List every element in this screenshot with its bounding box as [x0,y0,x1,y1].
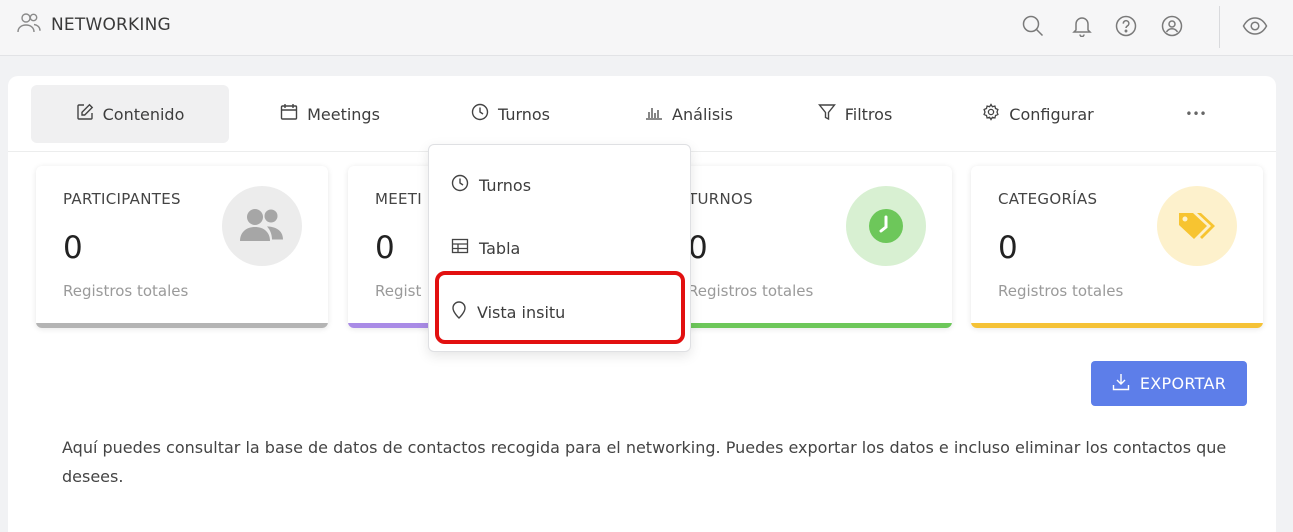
stat-card-turnos: TURNOS 0 Registros totales [660,166,952,328]
tag-icon [1157,186,1237,266]
stat-card-participantes: PARTICIPANTES 0 Registros totales [36,166,328,328]
turnos-dropdown-menu: Turnos Tabla Vista insitu [428,144,691,352]
tab-bar: Contenido Meetings Turnos Análisis Filtr… [8,76,1276,152]
card-title: CATEGORÍAS [998,190,1098,208]
card-title: TURNOS [688,190,753,208]
eye-icon[interactable] [1241,12,1269,40]
top-bar: NETWORKING [0,0,1293,56]
bar-chart-icon [645,104,663,124]
card-value: 0 [63,230,83,266]
filter-icon [817,103,836,125]
card-accent-bar [660,323,952,328]
tab-label: Meetings [307,104,380,124]
export-label: EXPORTAR [1139,374,1227,393]
download-icon [1112,373,1130,395]
card-value: 0 [375,230,395,266]
card-title: PARTICIPANTES [63,190,181,208]
dropdown-item-label: Tabla [479,238,521,258]
tab-meetings[interactable]: Meetings [255,85,405,143]
help-icon[interactable] [1112,12,1140,40]
description-text: Aquí puedes consultar la base de datos d… [62,438,1227,486]
calendar-icon [280,103,298,125]
card-title: MEETI [375,190,422,208]
stat-card-categorias: CATEGORÍAS 0 Registros totales [971,166,1263,328]
user-circle-icon[interactable] [1158,12,1186,40]
table-icon [451,238,469,258]
divider [1219,6,1220,48]
search-icon[interactable] [1019,12,1047,40]
more-icon[interactable]: ••• [1168,85,1224,143]
bell-icon[interactable] [1068,12,1096,40]
tab-configurar[interactable]: Configurar [958,85,1118,143]
tab-label: Análisis [672,104,733,124]
card-subtitle: Registros totales [63,282,189,300]
brand: NETWORKING [17,12,171,38]
app-title: NETWORKING [51,15,171,35]
users-icon [222,186,302,266]
dropdown-item-tabla[interactable]: Tabla [451,236,520,260]
card-subtitle: Regist [375,282,422,300]
tab-label: Turnos [497,104,551,124]
card-accent-bar [971,323,1263,328]
tab-label: Contenido [102,104,185,124]
settings-icon [982,103,1000,125]
people-outline-icon [17,12,41,38]
card-accent-bar [36,323,328,328]
card-value: 0 [998,230,1018,266]
dropdown-item-label: Vista insitu [477,302,566,322]
clock-icon [846,186,926,266]
dropdown-item-turnos[interactable]: Turnos [451,173,531,197]
edit-icon [76,103,94,125]
clock-icon [451,174,469,196]
location-pin-icon [451,301,467,323]
tab-contenido[interactable]: Contenido [31,85,229,143]
card-subtitle: Registros totales [998,282,1124,300]
card-subtitle: Registros totales [688,282,814,300]
tab-analisis[interactable]: Análisis [619,85,759,143]
tab-label: ••• [1185,107,1207,121]
clock-icon [471,103,489,125]
dropdown-item-vista-insitu[interactable]: Vista insitu [451,300,565,324]
tab-label: Configurar [1009,104,1094,124]
tab-filtros[interactable]: Filtros [792,85,918,143]
export-button[interactable]: EXPORTAR [1091,361,1247,406]
dropdown-item-label: Turnos [479,175,532,195]
tab-turnos[interactable]: Turnos [428,85,593,143]
tab-label: Filtros [844,104,893,124]
